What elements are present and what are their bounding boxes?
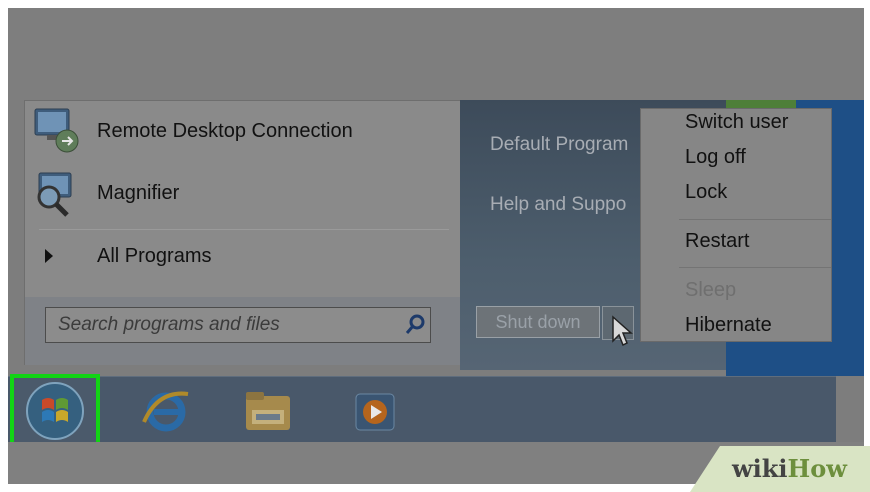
remote-desktop-icon — [25, 101, 85, 161]
start-button[interactable] — [10, 374, 100, 448]
shutdown-options-button[interactable] — [602, 306, 634, 347]
all-programs-label: All Programs — [97, 244, 212, 267]
menu-separator — [679, 267, 831, 268]
internet-explorer-icon[interactable] — [138, 386, 194, 436]
menu-item-log-off[interactable]: Log off — [685, 146, 746, 169]
search-box — [45, 307, 431, 343]
taskbar — [8, 376, 836, 443]
watermark-how: How — [787, 454, 847, 483]
all-programs-item[interactable]: All Programs — [25, 233, 461, 279]
program-magnifier[interactable]: Magnifier — [25, 163, 461, 223]
dimmed-background — [8, 8, 864, 100]
menu-item-switch-user[interactable]: Switch user — [685, 111, 788, 134]
menu-divider — [39, 229, 449, 230]
menu-separator — [679, 219, 831, 220]
menu-item-sleep: Sleep — [685, 279, 737, 301]
search-icon[interactable] — [400, 310, 430, 340]
media-player-icon[interactable] — [348, 386, 404, 436]
search-area — [25, 297, 461, 365]
search-input[interactable] — [46, 309, 400, 341]
windows-start-orb-icon — [26, 382, 84, 440]
shutdown-button[interactable]: Shut down — [476, 306, 600, 338]
menu-item-hibernate[interactable]: Hibernate — [685, 314, 772, 337]
magnifier-icon — [25, 163, 85, 223]
program-remote-desktop[interactable]: Remote Desktop Connection — [25, 101, 461, 161]
menu-item-restart[interactable]: Restart — [685, 230, 749, 253]
watermark-wiki: wiki — [732, 454, 788, 483]
mouse-cursor-icon — [612, 315, 633, 347]
program-label: Magnifier — [97, 181, 180, 204]
wikihow-watermark: wikiHow — [732, 454, 847, 483]
file-explorer-icon[interactable] — [240, 386, 296, 436]
arrow-right-icon — [45, 249, 53, 263]
power-options-menu: Switch user Log off Lock Restart Sleep H… — [640, 108, 832, 342]
screenshot-frame: Remote Desktop Connection Magnifier All … — [8, 8, 864, 484]
help-and-support-link[interactable]: Help and Suppo — [490, 194, 626, 216]
program-label: Remote Desktop Connection — [97, 119, 353, 142]
start-menu-left-pane: Remote Desktop Connection Magnifier All … — [24, 100, 462, 365]
menu-item-lock[interactable]: Lock — [685, 181, 727, 204]
default-programs-link[interactable]: Default Program — [490, 134, 628, 156]
